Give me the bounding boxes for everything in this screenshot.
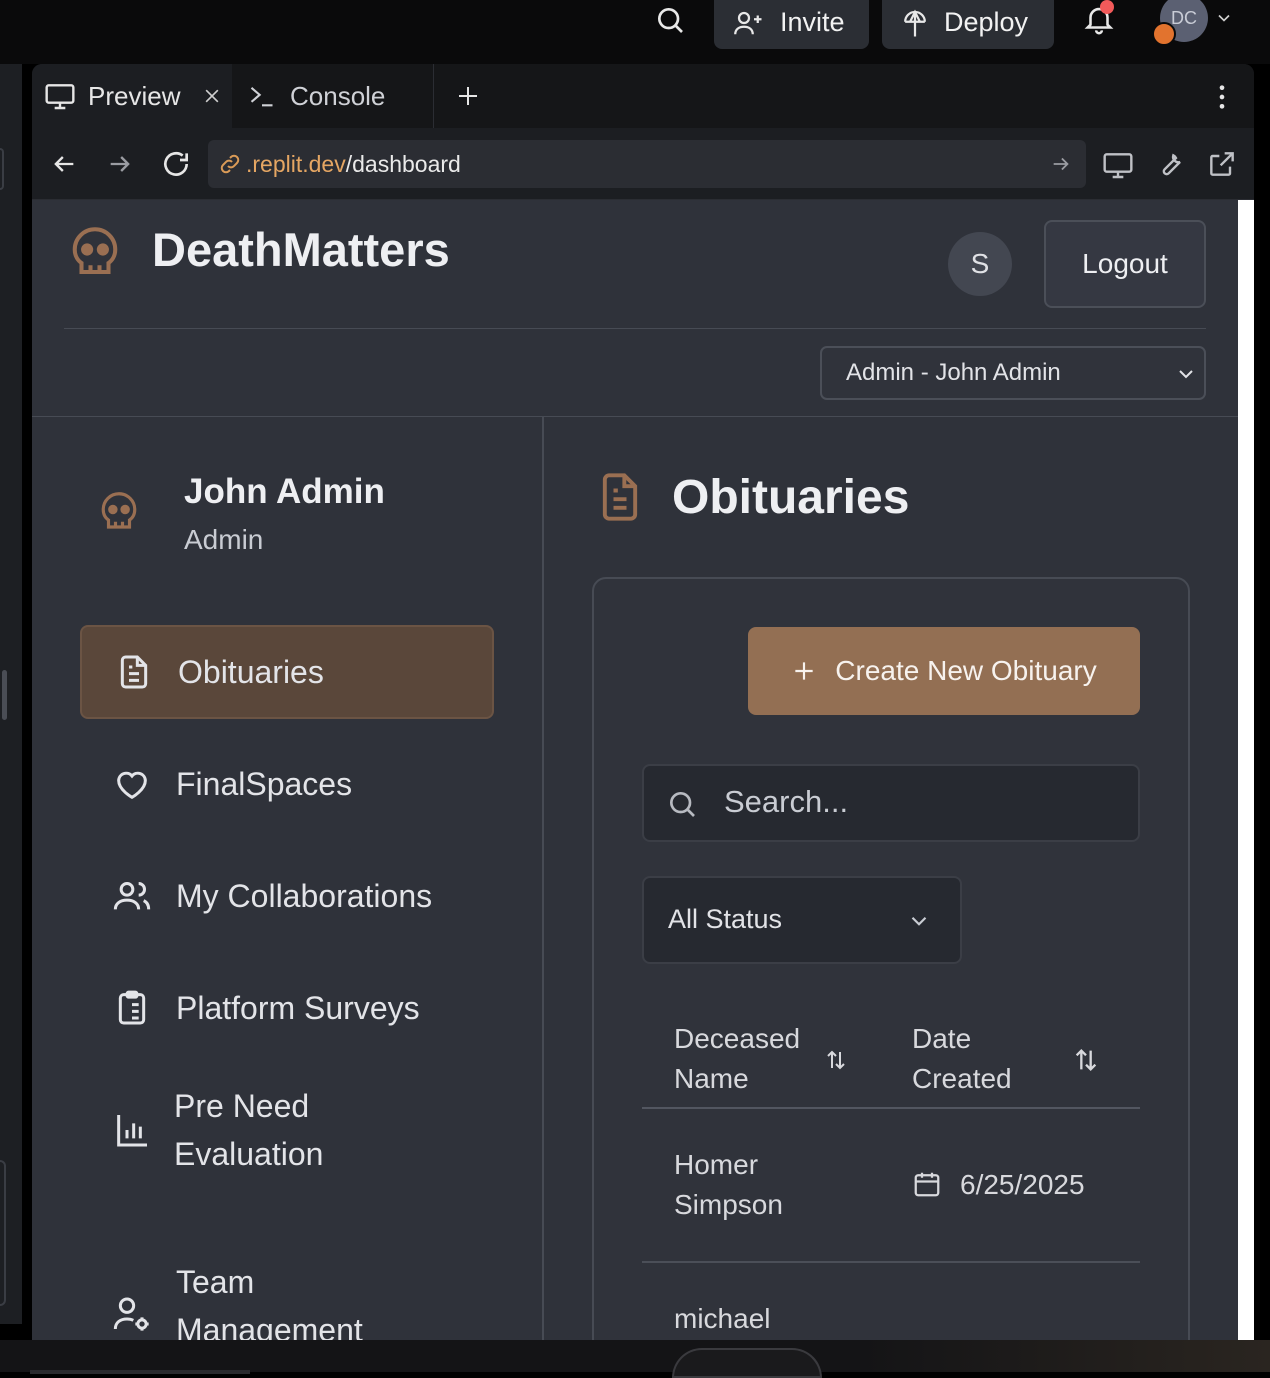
chevron-down-icon bbox=[1174, 362, 1198, 386]
skull-avatar-icon bbox=[98, 490, 140, 536]
page-title: Obituaries bbox=[672, 471, 910, 524]
tab-console[interactable]: Console bbox=[234, 64, 434, 128]
tab-label: Preview bbox=[88, 80, 181, 111]
logout-button[interactable]: Logout bbox=[1044, 220, 1206, 308]
scrollbar[interactable] bbox=[1238, 200, 1254, 1340]
brand-title[interactable]: DeathMatters bbox=[152, 222, 450, 277]
plus-icon bbox=[791, 658, 817, 684]
add-tab-icon[interactable] bbox=[456, 84, 480, 108]
divider bbox=[32, 416, 1238, 417]
sort-icon[interactable] bbox=[1072, 1045, 1100, 1075]
notification-dot bbox=[1100, 0, 1114, 14]
sidebar-item-label: FinalSpaces bbox=[176, 766, 353, 802]
search-placeholder: Search... bbox=[724, 784, 849, 819]
deploy-icon bbox=[900, 7, 930, 39]
search-icon[interactable] bbox=[654, 4, 686, 36]
go-arrow-icon[interactable] bbox=[1050, 153, 1072, 175]
user-plus-icon bbox=[732, 8, 766, 38]
back-arrow-icon[interactable] bbox=[50, 150, 78, 178]
status-filter-select[interactable]: All Status bbox=[642, 876, 962, 964]
url-host: .replit.dev bbox=[246, 150, 346, 177]
url-bar[interactable]: .replit.dev/dashboard bbox=[208, 140, 1086, 188]
cell-date-created: 6/25/2025 bbox=[960, 1169, 1085, 1200]
heart-icon bbox=[112, 764, 152, 804]
logout-label: Logout bbox=[1082, 248, 1168, 279]
sort-icon[interactable] bbox=[824, 1047, 848, 1073]
sidebar-item-team-management[interactable]: Team Management bbox=[80, 1252, 494, 1340]
invite-label: Invite bbox=[780, 7, 845, 37]
workspace-topbar: Invite Deploy DC bbox=[0, 0, 1270, 64]
avatar-initials: DC bbox=[1171, 7, 1197, 28]
bar-chart-icon bbox=[112, 1110, 152, 1150]
tab-label: Console bbox=[290, 80, 386, 111]
users-icon bbox=[112, 876, 152, 916]
clipboard-icon bbox=[112, 988, 152, 1028]
sidebar-item-label: Obituaries bbox=[178, 654, 324, 690]
search-input[interactable]: Search... bbox=[642, 764, 1140, 842]
avatar-letter: S bbox=[970, 248, 990, 279]
chevron-down-icon[interactable] bbox=[1214, 8, 1234, 28]
link-icon bbox=[218, 152, 242, 176]
tab-preview[interactable]: Preview bbox=[32, 64, 232, 128]
status-filter-value: All Status bbox=[668, 904, 783, 934]
more-vertical-icon[interactable] bbox=[1208, 82, 1236, 112]
role-select[interactable]: Admin - John Admin bbox=[820, 346, 1206, 400]
tab-bar: Preview Console bbox=[32, 64, 1254, 128]
sidebar-item-label: Pre Need Evaluation bbox=[174, 1088, 324, 1172]
deploy-button[interactable]: Deploy bbox=[882, 0, 1054, 49]
document-icon bbox=[594, 468, 646, 526]
url-row: .replit.dev/dashboard bbox=[32, 128, 1254, 200]
skull-logo-icon bbox=[68, 224, 122, 284]
preview-window: Preview Console .replit.dev /dashboard D… bbox=[32, 64, 1254, 1340]
monitor-icon bbox=[44, 81, 76, 111]
sidebar-item-finalspaces[interactable]: FinalSpaces bbox=[80, 737, 494, 831]
user-gear-icon bbox=[112, 1294, 152, 1334]
table-row[interactable]: Homer Simpson 6/25/2025 bbox=[642, 1109, 1140, 1261]
sidebar-item-obituaries[interactable]: Obituaries bbox=[80, 625, 494, 719]
table-header: Deceased Name Date Created bbox=[642, 1013, 1142, 1109]
external-link-icon[interactable] bbox=[1206, 148, 1238, 180]
sidebar-item-pre-need-evaluation[interactable]: Pre Need Evaluation bbox=[80, 1076, 494, 1184]
create-obituary-label: Create New Obituary bbox=[835, 655, 1097, 686]
document-icon bbox=[114, 652, 154, 692]
column-header-deceased-name[interactable]: Deceased Name bbox=[674, 1019, 824, 1099]
url-path: /dashboard bbox=[345, 150, 461, 177]
table-row[interactable]: michael bbox=[642, 1263, 1140, 1340]
terminal-icon bbox=[248, 83, 276, 109]
sidebar-user-name: John Admin bbox=[184, 472, 385, 511]
search-icon bbox=[666, 788, 698, 820]
cell-deceased-name: Homer Simpson bbox=[674, 1149, 783, 1220]
role-select-value: Admin - John Admin bbox=[846, 359, 1061, 386]
dock-strip bbox=[0, 1340, 1270, 1378]
close-icon[interactable] bbox=[202, 86, 222, 106]
sidebar-item-my-collaborations[interactable]: My Collaborations bbox=[80, 849, 494, 943]
user-avatar[interactable]: S bbox=[948, 232, 1012, 296]
sidebar-item-label: Team Management bbox=[176, 1264, 363, 1340]
chevron-down-icon bbox=[906, 908, 932, 934]
sidebar-item-label: My Collaborations bbox=[176, 878, 433, 914]
wrench-icon[interactable] bbox=[1154, 148, 1186, 180]
create-obituary-button[interactable]: Create New Obituary bbox=[748, 627, 1140, 715]
divider bbox=[64, 328, 1206, 329]
reload-icon[interactable] bbox=[160, 148, 192, 180]
sidebar-item-label: Platform Surveys bbox=[176, 990, 420, 1026]
forward-arrow-icon[interactable] bbox=[106, 150, 134, 178]
cell-deceased-name: michael bbox=[674, 1303, 771, 1334]
sparkle-badge-icon bbox=[1152, 22, 1176, 46]
deploy-label: Deploy bbox=[944, 7, 1029, 37]
app-viewport: DeathMatters S Logout Admin - John Admin… bbox=[32, 200, 1238, 1340]
sidebar-user-role: Admin bbox=[184, 524, 264, 555]
obituaries-card: Create New Obituary Search... All Status… bbox=[592, 577, 1190, 1340]
invite-button[interactable]: Invite bbox=[714, 0, 869, 49]
sidebar-divider bbox=[542, 416, 544, 1340]
calendar-icon bbox=[912, 1169, 942, 1199]
sidebar-item-platform-surveys[interactable]: Platform Surveys bbox=[80, 961, 494, 1055]
side-panel-edge bbox=[0, 64, 22, 1324]
column-header-date-created[interactable]: Date Created bbox=[912, 1019, 1052, 1099]
device-preview-icon[interactable] bbox=[1102, 150, 1134, 180]
